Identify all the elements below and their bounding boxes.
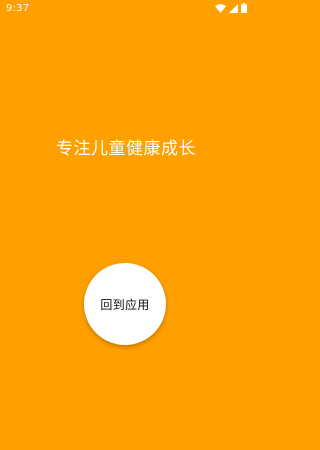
status-icons [215, 3, 247, 13]
status-bar: 9:37 [0, 0, 252, 18]
status-time: 9:37 [6, 3, 30, 14]
return-to-app-label: 回到应用 [100, 297, 150, 312]
wifi-icon [215, 3, 226, 13]
signal-icon [229, 3, 238, 13]
return-to-app-button[interactable]: 回到应用 [84, 263, 166, 345]
slogan-text: 专注儿童健康成长 [56, 139, 196, 159]
battery-icon [241, 3, 247, 13]
